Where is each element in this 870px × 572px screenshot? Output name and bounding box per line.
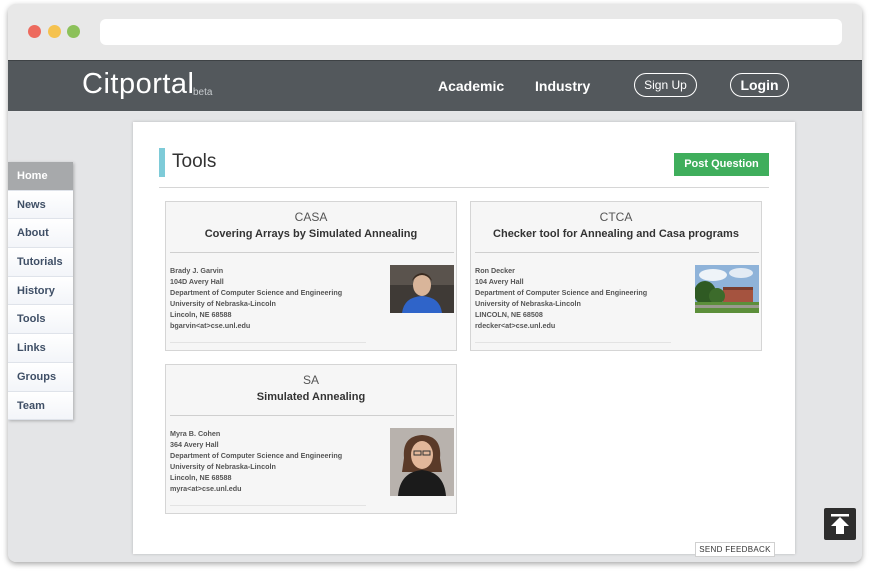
tool-name[interactable]: Checker tool for Annealing and Casa prog… <box>471 228 761 240</box>
contact-department: Department of Computer Science and Engin… <box>170 288 343 297</box>
title-accent-bar <box>159 148 165 177</box>
content-panel: Tools Post Question CASA Covering Arrays… <box>133 122 795 554</box>
login-button[interactable]: Login <box>730 73 789 97</box>
tool-abbr: CASA <box>294 210 328 224</box>
contact-office: 364 Avery Hall <box>170 440 219 449</box>
tool-abbr: SA <box>302 373 319 387</box>
card-footer-line <box>170 342 366 343</box>
contact-name: Ron Decker <box>475 266 515 275</box>
sidebar-item-groups[interactable]: Groups <box>8 362 73 392</box>
contact-name: Myra B. Cohen <box>170 429 221 438</box>
tool-abbr: CTCA <box>599 210 633 224</box>
card-divider <box>170 415 454 416</box>
contact-email: rdecker<at>cse.unl.edu <box>475 321 556 330</box>
building-photo <box>695 265 759 313</box>
sidebar-item-history[interactable]: History <box>8 276 73 306</box>
contact-email: myra<at>cse.unl.edu <box>170 484 242 493</box>
title-divider <box>159 187 769 188</box>
contact-office: 104D Avery Hall <box>170 277 224 286</box>
address-bar[interactable] <box>100 19 842 45</box>
nav-industry-link[interactable]: Industry <box>535 78 590 94</box>
send-feedback-button[interactable]: SEND FEEDBACK <box>695 542 775 557</box>
tool-contact: Brady J. Garvin 104D Avery Hall Departme… <box>170 265 342 331</box>
maximize-window-icon[interactable] <box>67 25 80 38</box>
contact-department: Department of Computer Science and Engin… <box>475 288 648 297</box>
contact-university: University of Nebraska-Lincoln <box>475 299 581 308</box>
tool-card-sa[interactable]: SA Simulated Annealing Myra B. Cohen 364… <box>165 364 457 514</box>
signup-button[interactable]: Sign Up <box>634 73 697 97</box>
nav-academic-link[interactable]: Academic <box>438 78 504 94</box>
contact-university: University of Nebraska-Lincoln <box>170 462 276 471</box>
card-footer-line <box>475 342 671 343</box>
sidebar-item-links[interactable]: Links <box>8 334 73 363</box>
card-footer-line <box>170 505 366 506</box>
back-to-top-button[interactable] <box>824 508 856 540</box>
tool-contact: Myra B. Cohen 364 Avery Hall Department … <box>170 428 342 494</box>
close-window-icon[interactable] <box>28 25 41 38</box>
sidebar-nav: Home News About Tutorials History Tools … <box>8 162 73 421</box>
brand-logo[interactable]: Citportal <box>82 68 195 101</box>
tool-card-ctca[interactable]: CTCA Checker tool for Annealing and Casa… <box>470 201 762 351</box>
sidebar-item-about[interactable]: About <box>8 219 73 249</box>
sidebar-item-home[interactable]: Home <box>8 162 73 191</box>
page-title: Tools <box>172 151 217 172</box>
browser-window: Citportal beta Academic Industry Sign Up… <box>8 4 862 562</box>
sidebar-item-tools[interactable]: Tools <box>8 305 73 335</box>
top-navbar: Citportal beta Academic Industry Sign Up… <box>8 60 862 111</box>
tool-contact: Ron Decker 104 Avery Hall Department of … <box>475 265 647 331</box>
sidebar-item-tutorials[interactable]: Tutorials <box>8 248 73 277</box>
contact-university: University of Nebraska-Lincoln <box>170 299 276 308</box>
card-divider <box>475 252 759 253</box>
tool-name[interactable]: Simulated Annealing <box>166 391 456 403</box>
contact-office: 104 Avery Hall <box>475 277 524 286</box>
contact-name: Brady J. Garvin <box>170 266 224 275</box>
tool-card-casa[interactable]: CASA Covering Arrays by Simulated Anneal… <box>165 201 457 351</box>
contact-photo <box>390 265 454 313</box>
contact-city: Lincoln, NE 68588 <box>170 473 232 482</box>
sidebar-item-team[interactable]: Team <box>8 391 73 421</box>
contact-email: bgarvin<at>cse.unl.edu <box>170 321 251 330</box>
brand-beta-tag: beta <box>193 87 213 98</box>
arrow-up-icon <box>831 514 849 534</box>
tool-name[interactable]: Covering Arrays by Simulated Annealing <box>166 228 456 240</box>
card-divider <box>170 252 454 253</box>
contact-city: LINCOLN, NE 68508 <box>475 310 543 319</box>
post-question-button[interactable]: Post Question <box>674 153 769 176</box>
contact-photo <box>390 428 454 496</box>
minimize-window-icon[interactable] <box>48 25 61 38</box>
browser-chrome <box>8 4 862 60</box>
contact-city: Lincoln, NE 68588 <box>170 310 232 319</box>
sidebar-item-news[interactable]: News <box>8 190 73 220</box>
contact-department: Department of Computer Science and Engin… <box>170 451 343 460</box>
